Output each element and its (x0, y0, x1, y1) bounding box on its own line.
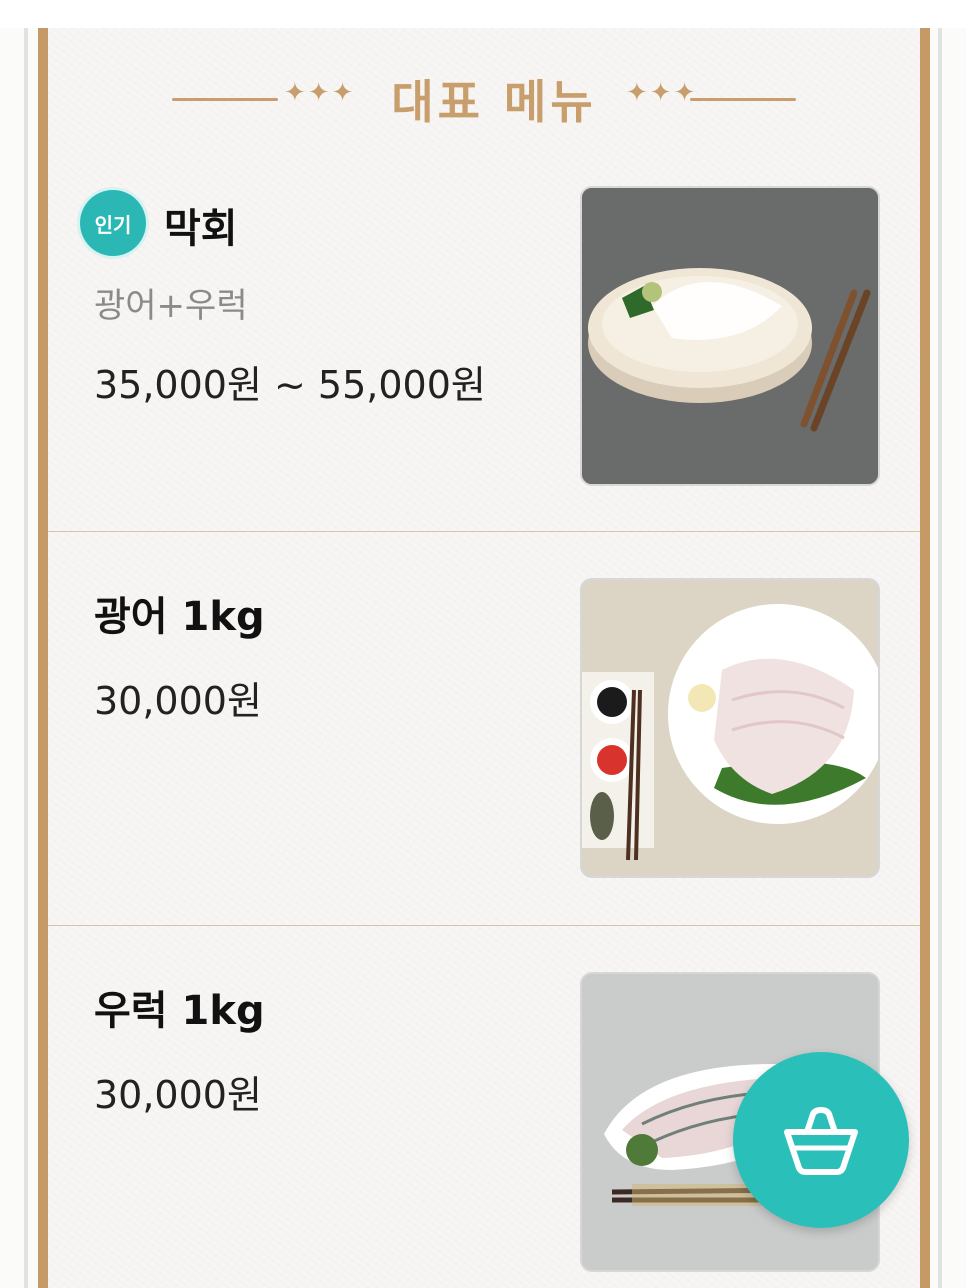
page: ✦✦✦ 대표 메뉴 ✦✦✦ 인기 막회 광어+우럭 35,000원 ~ 55,0… (0, 0, 966, 1288)
plate-icon (582, 188, 878, 484)
heading-rule-right (690, 98, 796, 101)
menu-item-photo[interactable] (580, 578, 880, 878)
cart-button[interactable] (733, 1052, 909, 1228)
menu-item-name: 막회 (164, 206, 238, 252)
top-bar (0, 0, 966, 28)
menu-item-price: 30,000원 (94, 1073, 262, 1117)
shopping-basket-icon (784, 1107, 858, 1175)
plate-icon (582, 580, 878, 876)
menu-item-price: 35,000원 ~ 55,000원 (94, 363, 486, 407)
menu-item-description: 광어+우럭 (94, 286, 248, 326)
menu-item-name: 우럭 1kg (94, 988, 265, 1034)
popular-badge: 인기 (80, 190, 146, 256)
menu-item-name: 광어 1kg (94, 594, 265, 640)
heading-rule-left (172, 98, 278, 101)
menu-item-makhoe[interactable]: 인기 막회 광어+우럭 35,000원 ~ 55,000원 (48, 158, 920, 532)
menu-item-photo[interactable] (580, 186, 880, 486)
section-heading: ✦✦✦ 대표 메뉴 ✦✦✦ (48, 64, 940, 134)
sparkle-ornament-icon: ✦✦✦ (626, 78, 698, 108)
menu-item-gwangeo[interactable]: 광어 1kg 30,000원 (48, 532, 920, 926)
page-edge-left (24, 28, 28, 1288)
sparkle-ornament-icon: ✦✦✦ (284, 78, 356, 108)
page-edge-right (938, 28, 942, 1288)
section-title: 대표 메뉴 (391, 75, 597, 129)
menu-item-price: 30,000원 (94, 679, 262, 723)
